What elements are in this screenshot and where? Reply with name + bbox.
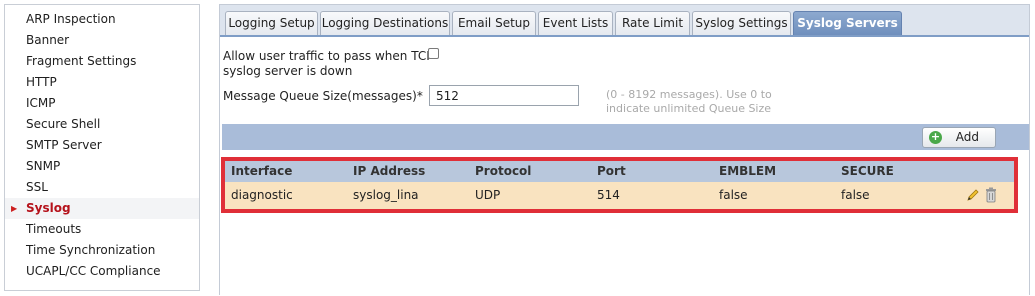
column-header-secure[interactable]: SECURE (841, 161, 894, 182)
sidebar-item-label: ARP Inspection (26, 12, 116, 26)
tab-label: Syslog Settings (695, 16, 788, 30)
allow-traffic-checkbox[interactable] (428, 48, 439, 59)
allow-traffic-label-line2: syslog server is down (223, 64, 353, 78)
add-button-label: Add (955, 130, 979, 144)
sidebar-item-banner[interactable]: Banner (5, 30, 199, 51)
sidebar-item-fragment-settings[interactable]: Fragment Settings (5, 51, 199, 72)
sidebar-item-snmp[interactable]: SNMP (5, 156, 199, 177)
add-button[interactable]: + Add (922, 127, 996, 148)
sidebar: ARP Inspection Banner Fragment Settings … (4, 4, 200, 291)
tab-label: Email Setup (457, 16, 531, 30)
tab-label: Event Lists (542, 16, 609, 30)
tab-rate-limit[interactable]: Rate Limit (615, 11, 690, 35)
sidebar-item-arp-inspection[interactable]: ARP Inspection (5, 9, 199, 30)
sidebar-item-secure-shell[interactable]: Secure Shell (5, 114, 199, 135)
tab-email-setup[interactable]: Email Setup (452, 11, 536, 35)
sidebar-item-timeouts[interactable]: Timeouts (5, 219, 199, 240)
table-header: Interface IP Address Protocol Port EMBLE… (225, 161, 1014, 182)
tab-label: Rate Limit (621, 16, 684, 30)
sidebar-item-smtp-server[interactable]: SMTP Server (5, 135, 199, 156)
plus-icon: + (929, 130, 942, 144)
allow-traffic-label: Allow user traffic to pass when TCP sysl… (223, 49, 433, 79)
sidebar-item-label: Timeouts (26, 222, 82, 236)
queue-size-input[interactable] (429, 85, 579, 106)
column-header-port[interactable]: Port (597, 161, 626, 182)
table-row[interactable]: diagnostic syslog_lina UDP 514 false fal… (225, 182, 1014, 209)
pencil-icon[interactable] (966, 188, 980, 202)
queue-size-hint: (0 - 8192 messages). Use 0 to indicate u… (606, 88, 806, 116)
column-header-protocol[interactable]: Protocol (475, 161, 531, 182)
column-header-ip-address[interactable]: IP Address (353, 161, 425, 182)
tab-event-lists[interactable]: Event Lists (538, 11, 613, 35)
trash-icon[interactable] (985, 187, 997, 203)
syslog-servers-table: Interface IP Address Protocol Port EMBLE… (221, 157, 1018, 213)
queue-size-hint-line2: indicate unlimited Queue Size (606, 102, 772, 115)
sidebar-item-ssl[interactable]: SSL (5, 177, 199, 198)
tab-logging-destinations[interactable]: Logging Destinations (320, 11, 450, 35)
table-toolbar: + Add (222, 124, 1029, 150)
sidebar-item-label: ICMP (26, 96, 56, 110)
queue-size-hint-line1: (0 - 8192 messages). Use 0 to (606, 88, 772, 101)
sidebar-item-label: SSL (26, 180, 48, 194)
tab-syslog-servers[interactable]: Syslog Servers (793, 11, 902, 35)
column-header-interface[interactable]: Interface (231, 161, 292, 182)
tab-label: Logging Destinations (321, 16, 449, 30)
sidebar-item-syslog[interactable]: ▶ Syslog (5, 198, 199, 219)
sidebar-item-icmp[interactable]: ICMP (5, 93, 199, 114)
sidebar-item-label: UCAPL/CC Compliance (26, 264, 161, 278)
cell-secure: false (841, 188, 870, 202)
cell-ip-address: syslog_lina (353, 188, 419, 202)
sidebar-item-label: Fragment Settings (26, 54, 137, 68)
queue-size-label: Message Queue Size(messages)* (223, 89, 423, 103)
tab-content: Allow user traffic to pass when TCP sysl… (220, 35, 1029, 296)
tab-label: Logging Setup (228, 16, 315, 30)
sidebar-item-label: HTTP (26, 75, 57, 89)
tab-label: Syslog Servers (797, 16, 898, 30)
cell-interface: diagnostic (231, 188, 293, 202)
sidebar-item-label: Syslog (26, 201, 71, 215)
sidebar-item-label: SNMP (26, 159, 61, 173)
tab-syslog-settings[interactable]: Syslog Settings (692, 11, 791, 35)
column-header-emblem[interactable]: EMBLEM (719, 161, 776, 182)
selected-arrow-icon: ▶ (11, 204, 18, 213)
tab-logging-setup[interactable]: Logging Setup (225, 11, 318, 35)
cell-port: 514 (597, 188, 620, 202)
cell-protocol: UDP (475, 188, 501, 202)
sidebar-item-time-synchronization[interactable]: Time Synchronization (5, 240, 199, 261)
sidebar-item-label: Banner (26, 33, 70, 47)
sidebar-item-label: Time Synchronization (26, 243, 156, 257)
main-panel: Logging Setup Logging Destinations Email… (219, 4, 1030, 296)
sidebar-item-http[interactable]: HTTP (5, 72, 199, 93)
sidebar-item-label: Secure Shell (26, 117, 101, 131)
sidebar-item-label: SMTP Server (26, 138, 102, 152)
cell-emblem: false (719, 188, 748, 202)
allow-traffic-label-line1: Allow user traffic to pass when TCP (223, 49, 434, 63)
table-empty-area (220, 217, 1029, 296)
sidebar-item-ucapl-cc-compliance[interactable]: UCAPL/CC Compliance (5, 261, 199, 282)
